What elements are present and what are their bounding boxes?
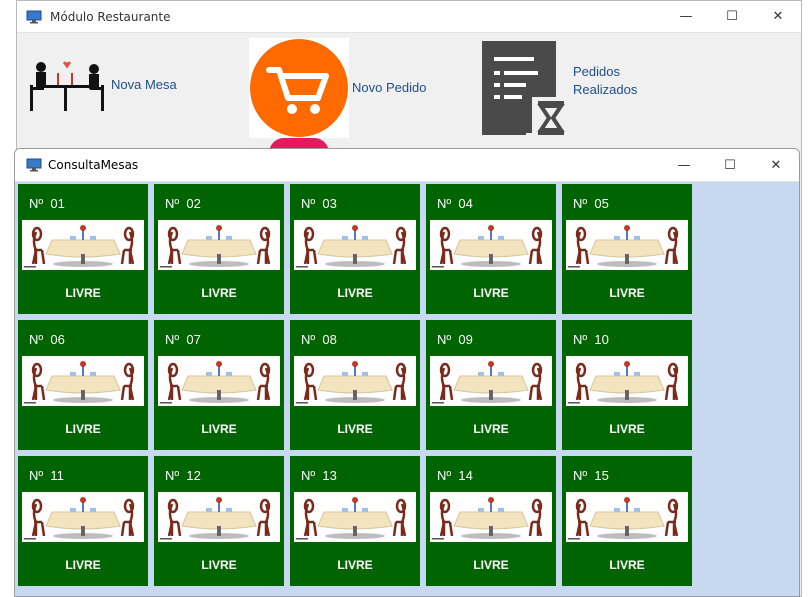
- pedidos-realizados-line2: Realizados: [573, 82, 638, 97]
- mesa-status: LIVRE: [201, 558, 237, 572]
- mesa-card[interactable]: Nº 14 LIVRE: [426, 456, 556, 586]
- mesa-card[interactable]: Nº 02 LIVRE: [154, 184, 284, 314]
- mesa-number: Nº 08: [301, 332, 337, 347]
- mesa-card[interactable]: Nº 12 LIVRE: [154, 456, 284, 586]
- mesa-card[interactable]: Nº 08 LIVRE: [290, 320, 420, 450]
- mesa-card[interactable]: Nº 06 LIVRE: [18, 320, 148, 450]
- mesa-status: LIVRE: [609, 286, 645, 300]
- dining-table-icon: [566, 220, 688, 270]
- dining-table-icon: [22, 492, 144, 542]
- mesa-number: Nº 12: [165, 468, 201, 483]
- consulta-mesas-window: ConsultaMesas — ☐ ✕ Nº 01 LIVRE Nº 02 LI…: [14, 148, 800, 597]
- mesa-status: LIVRE: [337, 286, 373, 300]
- novo-pedido-label: Novo Pedido: [352, 80, 427, 95]
- pedidos-realizados-shortcut[interactable]: Pedidos Realizados: [482, 41, 637, 137]
- dining-table-icon: [430, 220, 552, 270]
- shopping-cart-icon: [249, 38, 349, 138]
- mesa-card[interactable]: Nº 11 LIVRE: [18, 456, 148, 586]
- dining-couple-icon: [30, 61, 104, 111]
- mesa-status: LIVRE: [473, 422, 509, 436]
- mesa-card[interactable]: Nº 13 LIVRE: [290, 456, 420, 586]
- mesa-card[interactable]: Nº 07 LIVRE: [154, 320, 284, 450]
- dining-table-icon: [22, 356, 144, 406]
- close-button[interactable]: ✕: [753, 149, 799, 181]
- mesa-number: Nº 11: [29, 468, 64, 483]
- dining-table-icon: [294, 492, 416, 542]
- dining-table-icon: [158, 492, 280, 542]
- dining-table-icon: [22, 220, 144, 270]
- dining-table-icon: [430, 356, 552, 406]
- pedidos-realizados-label: Pedidos Realizados: [573, 63, 637, 99]
- dining-table-icon: [158, 356, 280, 406]
- mesa-status: LIVRE: [201, 422, 237, 436]
- dining-table-icon: [294, 220, 416, 270]
- monitor-icon: [26, 158, 42, 172]
- dining-table-icon: [294, 356, 416, 406]
- mesa-number: Nº 05: [573, 196, 609, 211]
- mesa-card[interactable]: Nº 04 LIVRE: [426, 184, 556, 314]
- mesa-status: LIVRE: [609, 422, 645, 436]
- mesa-number: Nº 03: [301, 196, 337, 211]
- mesa-number: Nº 10: [573, 332, 609, 347]
- mesa-number: Nº 04: [437, 196, 473, 211]
- close-button[interactable]: ✕: [755, 1, 801, 33]
- mesa-card[interactable]: Nº 05 LIVRE: [562, 184, 692, 314]
- mesa-number: Nº 07: [165, 332, 201, 347]
- dining-table-icon: [566, 492, 688, 542]
- nova-mesa-shortcut[interactable]: Nova Mesa: [27, 57, 177, 113]
- mesa-card[interactable]: Nº 10 LIVRE: [562, 320, 692, 450]
- mesa-card[interactable]: Nº 15 LIVRE: [562, 456, 692, 586]
- window-title: Módulo Restaurante: [50, 9, 171, 24]
- dining-table-icon: [158, 220, 280, 270]
- mesa-card[interactable]: Nº 03 LIVRE: [290, 184, 420, 314]
- mesa-status: LIVRE: [473, 558, 509, 572]
- pedidos-realizados-line1: Pedidos: [573, 64, 620, 79]
- maximize-button[interactable]: ☐: [709, 1, 755, 33]
- order-list-hourglass-icon: [482, 41, 570, 137]
- maximize-button[interactable]: ☐: [707, 149, 753, 181]
- consulta-mesas-titlebar[interactable]: ConsultaMesas — ☐ ✕: [15, 149, 799, 182]
- minimize-button[interactable]: —: [661, 149, 707, 181]
- mesa-status: LIVRE: [337, 422, 373, 436]
- mesa-card[interactable]: Nº 01 LIVRE: [18, 184, 148, 314]
- nova-mesa-label: Nova Mesa: [111, 77, 177, 92]
- window-title: ConsultaMesas: [48, 158, 139, 172]
- mesa-status: LIVRE: [65, 286, 101, 300]
- dining-table-icon: [566, 356, 688, 406]
- mesa-number: Nº 15: [573, 468, 609, 483]
- mesa-number: Nº 14: [437, 468, 473, 483]
- monitor-icon: [26, 10, 42, 23]
- dining-table-icon: [430, 492, 552, 542]
- mesa-number: Nº 02: [165, 196, 201, 211]
- mesa-status: LIVRE: [65, 558, 101, 572]
- mesa-number: Nº 01: [29, 196, 65, 211]
- mesa-number: Nº 13: [301, 468, 337, 483]
- minimize-button[interactable]: —: [663, 1, 709, 33]
- mesa-number: Nº 09: [437, 332, 473, 347]
- mesas-grid: Nº 01 LIVRE Nº 02 LIVRE Nº 03 LIVRE Nº 0…: [18, 184, 692, 586]
- mesa-number: Nº 06: [29, 332, 65, 347]
- mesa-status: LIVRE: [609, 558, 645, 572]
- modulo-restaurante-titlebar[interactable]: Módulo Restaurante — ☐ ✕: [17, 1, 801, 33]
- mesa-status: LIVRE: [201, 286, 237, 300]
- mesa-card[interactable]: Nº 09 LIVRE: [426, 320, 556, 450]
- mesa-status: LIVRE: [473, 286, 509, 300]
- mesa-status: LIVRE: [65, 422, 101, 436]
- novo-pedido-shortcut[interactable]: Novo Pedido: [249, 38, 426, 138]
- mesa-status: LIVRE: [337, 558, 373, 572]
